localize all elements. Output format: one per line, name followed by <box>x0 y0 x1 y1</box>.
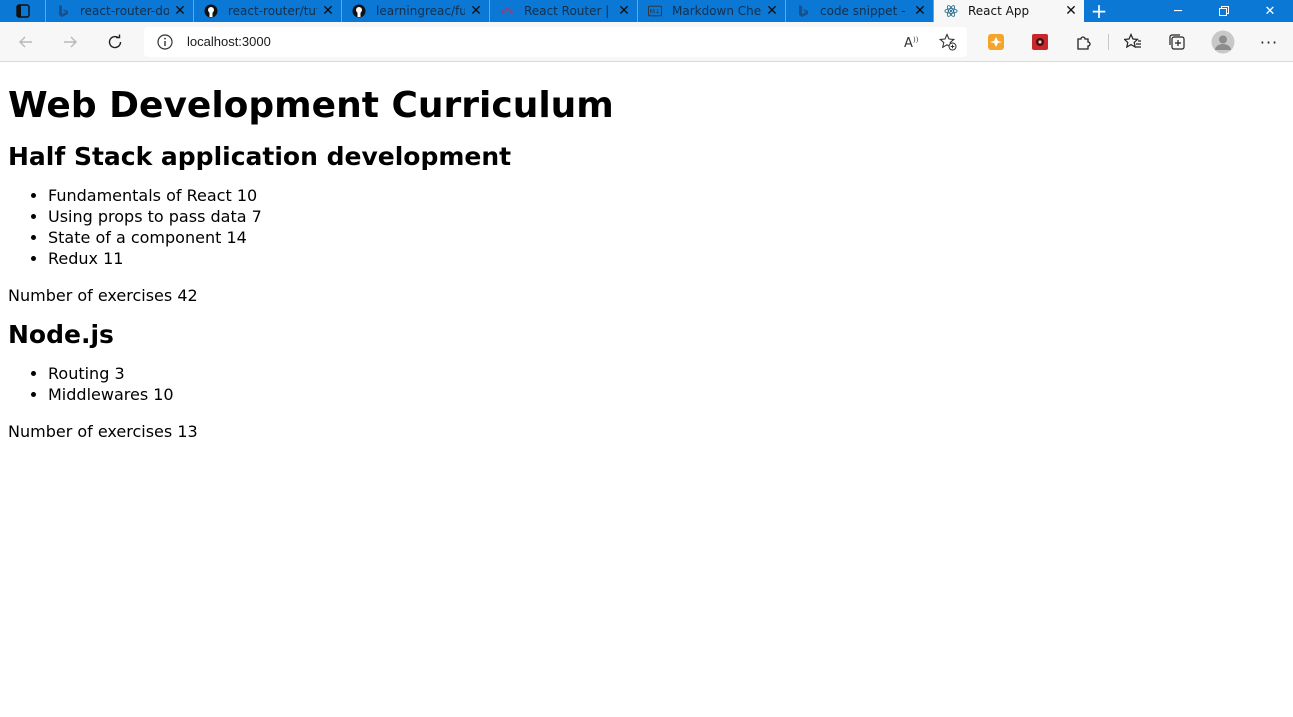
part-exercises: 7 <box>251 207 262 226</box>
part-exercises: 14 <box>226 228 247 247</box>
svg-text:)): )) <box>913 36 919 44</box>
close-tab-icon[interactable]: ✕ <box>469 3 483 19</box>
part-name: Middlewares <box>48 385 149 404</box>
github-icon <box>204 4 218 18</box>
course-parts-list: Routing 3 Middlewares 10 <box>8 363 1285 405</box>
tab-title: react-router-do <box>80 4 169 18</box>
tab-react-app[interactable]: React App ✕ <box>934 0 1084 22</box>
tab-title: learningreac/fu <box>376 4 465 18</box>
markdown-icon: M↓ <box>648 4 662 18</box>
tab-code-snippet[interactable]: code snippet - ✕ <box>786 0 934 22</box>
restore-button[interactable] <box>1201 0 1247 22</box>
extension-orange-icon <box>988 34 1004 50</box>
tab-title: React Router | E <box>524 4 613 18</box>
course-title: Node.js <box>8 320 114 349</box>
part-name: Redux <box>48 249 99 268</box>
minimize-icon: ─ <box>1174 3 1182 19</box>
refresh-icon <box>108 34 122 49</box>
close-tab-icon[interactable]: ✕ <box>913 3 927 19</box>
tab-title: react-router/tut <box>228 4 317 18</box>
tab-actions-button[interactable] <box>0 0 46 22</box>
close-tab-icon[interactable]: ✕ <box>321 3 335 19</box>
course-parts-list: Fundamentals of React 10 Using props to … <box>8 185 1285 269</box>
favorites-button[interactable] <box>1121 30 1145 54</box>
settings-menu-button[interactable]: ··· <box>1257 30 1281 54</box>
exercise-total: Number of exercises 13 <box>8 422 198 441</box>
exercise-total: Number of exercises 42 <box>8 286 198 305</box>
course-part: Using props to pass data 7 <box>48 206 1285 227</box>
avatar-icon <box>1211 30 1235 54</box>
svg-text:M↓: M↓ <box>650 9 660 16</box>
back-button[interactable] <box>14 30 38 54</box>
close-tab-icon[interactable]: ✕ <box>765 3 779 19</box>
new-tab-button[interactable]: + <box>1084 0 1114 23</box>
minimize-button[interactable]: ─ <box>1155 0 1201 22</box>
bing-icon <box>56 4 70 18</box>
tab-react-router[interactable]: React Router | E ✕ <box>490 0 638 22</box>
close-icon: ✕ <box>1264 3 1276 19</box>
arrow-right-icon <box>64 36 77 48</box>
add-favorite-icon[interactable] <box>938 33 957 55</box>
close-tab-icon[interactable]: ✕ <box>617 3 631 19</box>
page-content: Web Development Curriculum Half Stack ap… <box>0 62 1293 717</box>
tab-actions-icon <box>15 4 30 18</box>
plus-icon: + <box>1090 0 1108 23</box>
arrow-left-icon <box>19 36 32 48</box>
extension-red-icon <box>1032 34 1048 50</box>
part-name: Routing <box>48 364 110 383</box>
course-title: Half Stack application development <box>8 142 512 171</box>
course-part: Middlewares 10 <box>48 384 1285 405</box>
extension-orange-button[interactable] <box>984 30 1008 54</box>
course-part: Routing 3 <box>48 363 1285 384</box>
address-url[interactable]: localhost:3000 <box>187 34 271 49</box>
react-icon <box>944 4 958 18</box>
close-window-button[interactable]: ✕ <box>1247 0 1293 22</box>
tab-title: Markdown Che <box>672 4 761 18</box>
part-exercises: 10 <box>236 186 258 205</box>
part-name: Fundamentals of React <box>48 186 232 205</box>
collections-icon <box>1169 34 1185 50</box>
refresh-button[interactable] <box>103 30 127 54</box>
course-part: Redux 11 <box>48 248 1285 269</box>
collections-button[interactable] <box>1165 30 1189 54</box>
github-icon <box>352 4 366 18</box>
tab-react-router-docs[interactable]: react-router-do ✕ <box>46 0 194 22</box>
puzzle-icon <box>1077 36 1091 50</box>
browser-toolbar: localhost:3000 A)) ··· <box>0 22 1293 62</box>
address-bar[interactable]: localhost:3000 A)) <box>144 27 967 57</box>
tab-learningreact[interactable]: learningreac/fu ✕ <box>342 0 490 22</box>
close-tab-icon[interactable]: ✕ <box>1064 3 1078 19</box>
react-router-icon <box>500 4 514 18</box>
tab-title: React App <box>968 4 1030 18</box>
restore-icon <box>1219 6 1229 16</box>
course-part: Fundamentals of React 10 <box>48 185 1285 206</box>
more-icon: ··· <box>1259 32 1279 52</box>
favorites-icon <box>1124 33 1141 49</box>
window-controls: ─ ✕ <box>1155 0 1293 22</box>
close-tab-icon[interactable]: ✕ <box>173 3 187 19</box>
toolbar-divider <box>1108 34 1109 50</box>
part-name: State of a component <box>48 228 222 247</box>
tab-react-router-tutorial[interactable]: react-router/tut ✕ <box>194 0 342 22</box>
part-exercises: 11 <box>103 249 124 268</box>
profile-button[interactable] <box>1211 30 1235 54</box>
extensions-button[interactable] <box>1072 30 1096 54</box>
forward-button[interactable] <box>58 30 82 54</box>
svg-text:A: A <box>904 36 913 50</box>
tab-title: code snippet - <box>820 4 906 18</box>
part-exercises: 10 <box>153 385 174 404</box>
tab-strip: react-router-do ✕ react-router/tut ✕ lea… <box>0 0 1293 23</box>
extension-red-button[interactable] <box>1028 30 1052 54</box>
tab-markdown-cheatsheet[interactable]: M↓ Markdown Che ✕ <box>638 0 786 22</box>
read-aloud-icon[interactable]: A)) <box>903 34 921 54</box>
course-part: State of a component 14 <box>48 227 1285 248</box>
bing-icon <box>796 4 810 18</box>
page-title: Web Development Curriculum <box>8 85 614 126</box>
info-icon[interactable] <box>157 34 173 54</box>
part-name: Using props to pass data <box>48 207 247 226</box>
part-exercises: 3 <box>114 364 125 383</box>
